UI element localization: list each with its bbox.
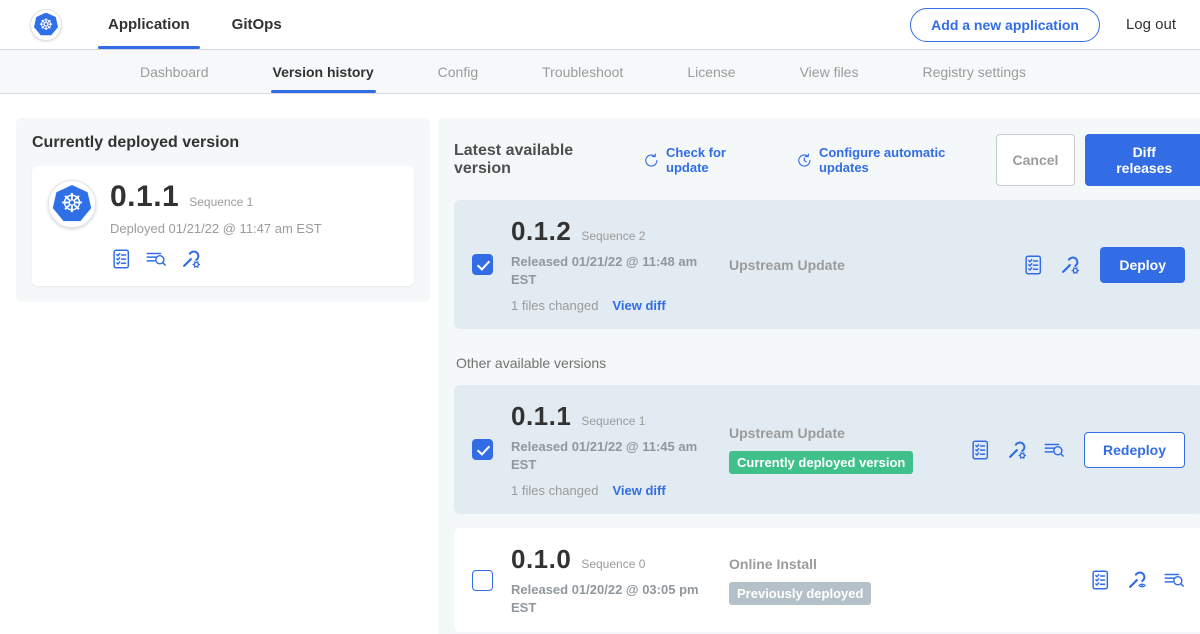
edit-config-icon[interactable] <box>180 248 202 270</box>
currently-deployed-badge: Currently deployed version <box>729 451 913 474</box>
deploy-button[interactable]: Deploy <box>1100 247 1185 283</box>
add-new-application-button[interactable]: Add a new application <box>910 8 1100 42</box>
subnav-tab-dashboard[interactable]: Dashboard <box>138 50 211 93</box>
sequence-label: Sequence 2 <box>581 229 645 243</box>
configure-automatic-updates-link[interactable]: Configure automatic updates <box>796 145 995 175</box>
preflight-checklist-icon[interactable] <box>1022 254 1044 276</box>
version-source-label: Upstream Update <box>729 257 969 273</box>
version-row-0-1-0: 0.1.0 Sequence 0 Released 01/20/22 @ 03:… <box>454 528 1200 632</box>
kubernetes-app-icon: ☸ <box>48 180 96 228</box>
preflight-checklist-icon[interactable] <box>1089 569 1111 591</box>
version-row-0-1-1: 0.1.1 Sequence 1 Released 01/21/22 @ 11:… <box>454 385 1200 514</box>
main-content: Currently deployed version ☸ 0.1.1 Seque… <box>0 94 1200 634</box>
latest-available-title: Latest available version <box>454 142 631 178</box>
sequence-label: Sequence 1 <box>581 414 645 428</box>
version-checkbox[interactable] <box>472 439 493 460</box>
edit-config-icon[interactable] <box>1006 439 1028 461</box>
subnav-tab-config[interactable]: Config <box>436 50 480 93</box>
available-versions-panel: Latest available version Check for updat… <box>438 118 1200 634</box>
tab-gitops-label: GitOps <box>232 16 282 33</box>
logout-button[interactable]: Log out <box>1126 16 1176 33</box>
tab-gitops[interactable]: GitOps <box>220 0 294 49</box>
configure-automatic-updates-label: Configure automatic updates <box>819 145 996 175</box>
released-timestamp: Released 01/21/22 @ 11:48 am EST <box>511 253 703 288</box>
top-navbar: ☸ Application GitOps Add a new applicati… <box>0 0 1200 50</box>
currently-deployed-title: Currently deployed version <box>32 134 414 152</box>
diff-releases-button[interactable]: Diff releases <box>1085 134 1200 186</box>
version-source-label: Upstream Update <box>729 425 969 441</box>
available-versions-header: Latest available version Check for updat… <box>454 134 1200 186</box>
refresh-icon <box>643 152 660 169</box>
check-for-update-label: Check for update <box>666 145 770 175</box>
redeploy-button[interactable]: Redeploy <box>1084 432 1185 468</box>
cancel-button[interactable]: Cancel <box>996 134 1076 186</box>
currently-deployed-card: ☸ 0.1.1 Sequence 1 Deployed 01/21/22 @ 1… <box>32 166 414 286</box>
tab-application-label: Application <box>108 16 190 33</box>
version-number: 0.1.1 <box>511 401 571 432</box>
subnav-tab-license[interactable]: License <box>685 50 737 93</box>
view-diff-link[interactable]: View diff <box>612 483 665 498</box>
version-checkbox[interactable] <box>472 570 493 591</box>
kubernetes-logo-icon: ☸ <box>30 9 62 41</box>
released-timestamp: Released 01/21/22 @ 11:45 am EST <box>511 438 703 473</box>
deployed-sequence-label: Sequence 1 <box>189 195 253 209</box>
subnav-tab-version-history[interactable]: Version history <box>271 50 376 93</box>
version-number: 0.1.2 <box>511 216 571 247</box>
released-timestamp: Released 01/20/22 @ 03:05 pm EST <box>511 581 703 616</box>
preflight-checklist-icon[interactable] <box>969 439 991 461</box>
app-logo: ☸ <box>30 0 62 49</box>
auto-update-clock-icon <box>796 152 813 169</box>
currently-deployed-panel: Currently deployed version ☸ 0.1.1 Seque… <box>16 118 430 302</box>
version-row-0-1-2: 0.1.2 Sequence 2 Released 01/21/22 @ 11:… <box>454 200 1200 329</box>
check-for-update-link[interactable]: Check for update <box>643 145 770 175</box>
files-changed-label: 1 files changed <box>511 483 598 498</box>
deploy-logs-icon[interactable] <box>1043 439 1065 461</box>
files-changed-label: 1 files changed <box>511 298 598 313</box>
deploy-logs-icon[interactable] <box>145 248 167 270</box>
subnav-tab-troubleshoot[interactable]: Troubleshoot <box>540 50 625 93</box>
view-diff-link[interactable]: View diff <box>612 298 665 313</box>
deployed-timestamp: Deployed 01/21/22 @ 11:47 am EST <box>110 221 322 236</box>
tab-application[interactable]: Application <box>96 0 202 49</box>
sequence-label: Sequence 0 <box>581 557 645 571</box>
version-checkbox[interactable] <box>472 254 493 275</box>
view-config-icon[interactable] <box>1126 569 1148 591</box>
deploy-logs-icon[interactable] <box>1163 569 1185 591</box>
version-source-label: Online Install <box>729 556 969 572</box>
subnav-tab-view-files[interactable]: View files <box>798 50 861 93</box>
previously-deployed-badge: Previously deployed <box>729 582 871 605</box>
other-available-versions-heading: Other available versions <box>456 355 1200 371</box>
edit-config-icon[interactable] <box>1059 254 1081 276</box>
deployed-version-number: 0.1.1 <box>110 180 179 214</box>
subnav-tab-registry-settings[interactable]: Registry settings <box>920 50 1027 93</box>
preflight-checklist-icon[interactable] <box>110 248 132 270</box>
version-number: 0.1.0 <box>511 544 571 575</box>
app-subnav: Dashboard Version history Config Trouble… <box>0 50 1200 94</box>
